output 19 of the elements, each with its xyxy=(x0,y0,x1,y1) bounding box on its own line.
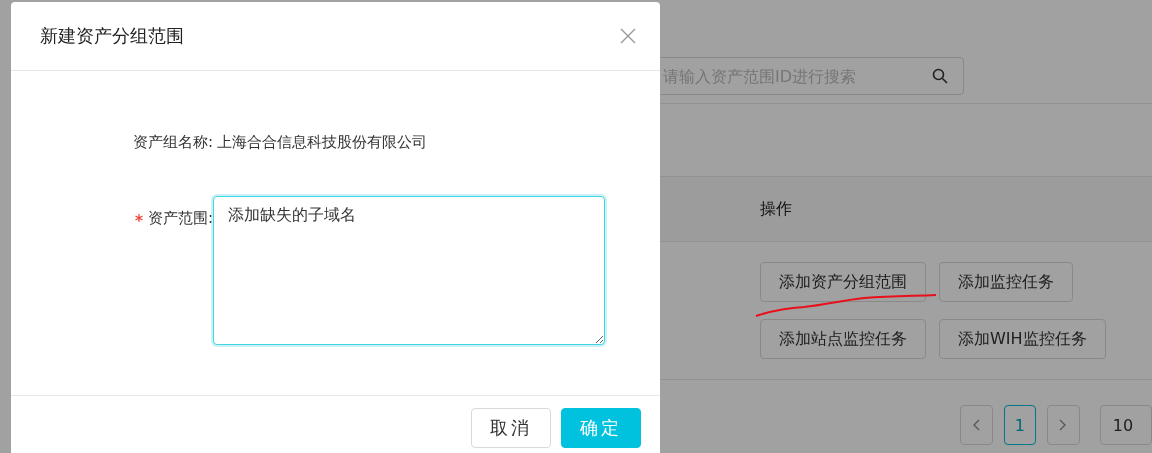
close-button[interactable] xyxy=(620,28,636,44)
field-label: 资产组名称: xyxy=(132,133,213,152)
chevron-right-icon xyxy=(1059,419,1068,431)
text-area[interactable]: 添加缺失的子域名 xyxy=(213,196,605,345)
previous-page-button[interactable] xyxy=(960,405,993,445)
dialog-title: 新建资产分组范围 xyxy=(40,24,184,48)
action-button[interactable]: 添加站点监控任务 xyxy=(760,319,926,359)
action-button[interactable]: 添加监控任务 xyxy=(939,262,1073,302)
page-size-select[interactable]: 10 xyxy=(1099,405,1152,445)
action-button[interactable]: 添加资产分组范围 xyxy=(760,262,926,302)
chevron-left-icon xyxy=(972,419,981,431)
search-icon xyxy=(932,68,948,84)
next-page-button[interactable] xyxy=(1047,405,1080,445)
field-label: 资产范围: xyxy=(147,208,213,228)
action-button[interactable]: 添加WIH监控任务 xyxy=(939,319,1106,359)
column-header: 操作 xyxy=(760,198,792,220)
close-icon xyxy=(620,28,636,44)
field-value: 上海合合信息科技股份有限公司 xyxy=(217,133,427,152)
cancel-button[interactable]: 取消 xyxy=(471,408,551,448)
